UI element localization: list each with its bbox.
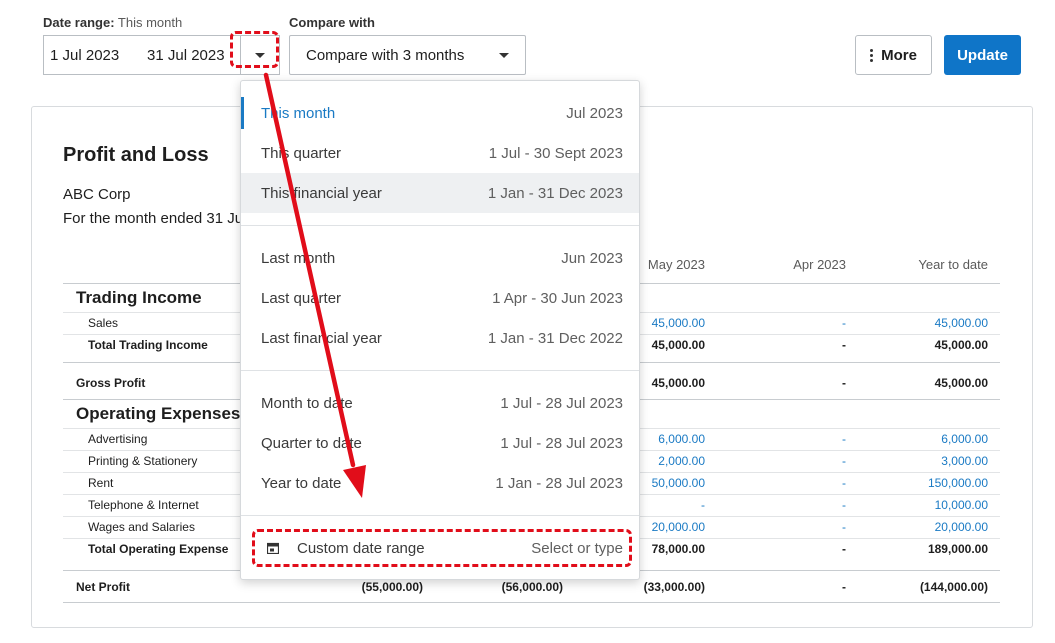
annotation-arrow bbox=[263, 72, 366, 498]
